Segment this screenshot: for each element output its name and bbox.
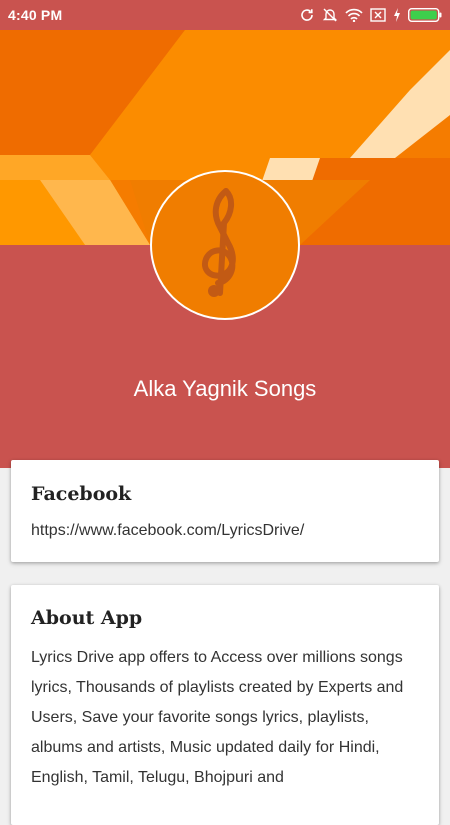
status-icons (299, 7, 442, 23)
about-app-card-title: About App (31, 607, 143, 629)
battery-icon (408, 8, 442, 22)
app-title: Alka Yagnik Songs (133, 376, 317, 401)
about-app-description: Lyrics Drive app offers to Access over m… (31, 649, 404, 786)
status-bar: 4:40 PM (0, 0, 450, 30)
status-time: 4:40 PM (8, 7, 63, 23)
treble-clef-icon (190, 183, 260, 308)
no-sim-icon (370, 8, 386, 22)
facebook-link[interactable]: https://www.facebook.com/LyricsDrive/ (31, 522, 304, 540)
charging-icon (393, 8, 401, 22)
sync-icon (299, 7, 315, 23)
notifications-off-icon (322, 7, 338, 23)
facebook-card-title: Facebook (31, 483, 132, 505)
about-app-card: About App Lyrics Drive app offers to Acc… (11, 585, 439, 825)
app-avatar (150, 170, 300, 320)
facebook-card: Facebook https://www.facebook.com/Lyrics… (11, 460, 439, 562)
wifi-icon (345, 8, 363, 22)
